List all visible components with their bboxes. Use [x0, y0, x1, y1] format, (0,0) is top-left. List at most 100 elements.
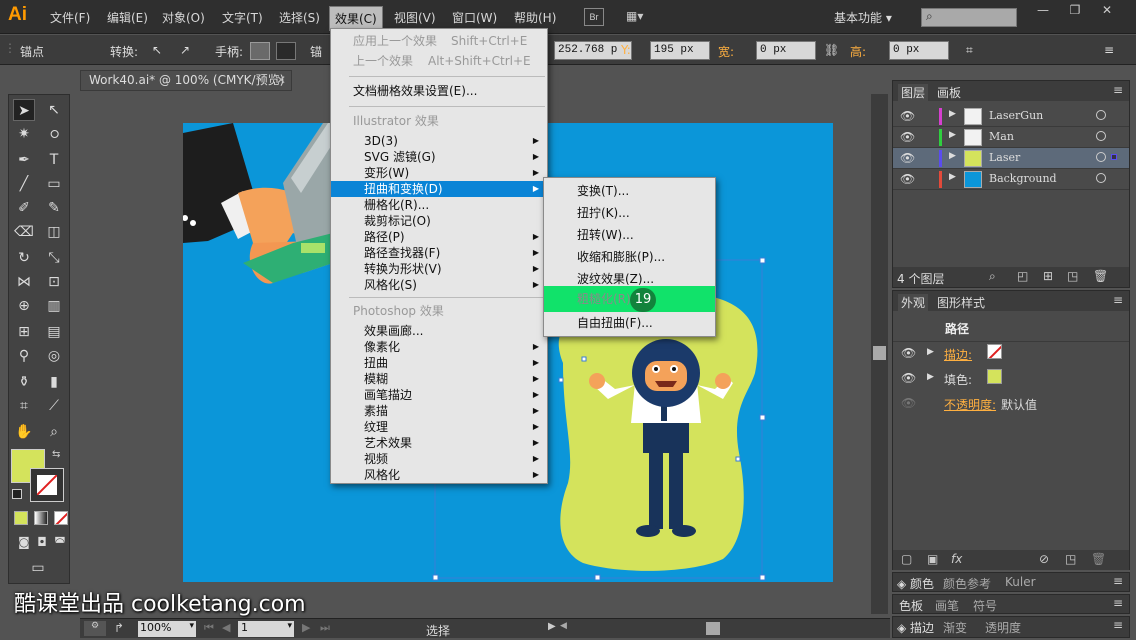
add-stroke-icon[interactable]: ▢ [901, 552, 912, 566]
menu-3d[interactable]: 3D(3) ▶ [331, 133, 547, 149]
first-artboard-icon[interactable]: ⏮ [204, 621, 214, 635]
search-input[interactable]: ⌕ [921, 8, 1017, 27]
tab-symbols[interactable]: 符号 [973, 597, 997, 614]
scale-tool-icon[interactable]: ⤡ [43, 247, 65, 269]
target-icon[interactable] [1096, 152, 1106, 162]
blob-brush-tool-icon[interactable]: ⌫ [13, 221, 35, 243]
gradient-mode-icon[interactable] [34, 511, 48, 525]
menu-video[interactable]: 视频 ▶ [331, 451, 547, 467]
layer-row[interactable]: 👁 ▶ Man [893, 127, 1129, 148]
visibility-eye-icon[interactable]: 👁 [901, 346, 916, 360]
hand-tool-icon[interactable]: ✋ [13, 421, 35, 443]
tab-transparency[interactable]: 透明度 [985, 619, 1021, 636]
menu-sketch[interactable]: 素描 ▶ [331, 403, 547, 419]
transform-icon[interactable]: ⌗ [966, 43, 973, 58]
default-colors-icon[interactable] [12, 489, 22, 499]
next-artboard-icon[interactable]: ▶ [302, 621, 310, 634]
swap-fill-stroke-icon[interactable]: ⇆ [52, 449, 60, 460]
rectangle-tool-icon[interactable]: ▭ [43, 173, 65, 195]
layer-row[interactable]: 👁 ▶ Background [893, 169, 1129, 190]
visibility-eye-icon[interactable]: 👁 [900, 151, 915, 165]
column-graph-tool-icon[interactable]: ▮ [43, 371, 65, 393]
free-transform-tool-icon[interactable]: ⊡ [43, 271, 65, 293]
tab-color-guide[interactable]: 颜色参考 [943, 575, 991, 592]
menu-artistic[interactable]: 艺术效果 ▶ [331, 435, 547, 451]
panel-menu-icon[interactable]: ≡ [1113, 293, 1123, 307]
apply-last-effect-item[interactable]: 应用上一个效果 [353, 33, 437, 49]
locate-object-icon[interactable]: ⌕ [989, 269, 996, 284]
menu-path[interactable]: 路径(P) ▶ [331, 229, 547, 245]
target-icon[interactable] [1096, 173, 1106, 183]
menu-texture[interactable]: 纹理 ▶ [331, 419, 547, 435]
tab-swatches[interactable]: 色板 [899, 597, 923, 614]
zoom-tool-icon[interactable]: ⌕ [43, 421, 65, 443]
menu-pathfinder[interactable]: 路径查找器(F) ▶ [331, 245, 547, 261]
tab-stroke[interactable]: ◈ 描边 [897, 619, 934, 636]
paintbrush-tool-icon[interactable]: ✐ [13, 197, 35, 219]
eyedropper-tool-icon[interactable]: ⚲ [13, 345, 35, 367]
visibility-eye-icon[interactable]: 👁 [901, 371, 916, 385]
menu-type[interactable]: 文字(T) [222, 9, 263, 26]
perspective-grid-tool-icon[interactable]: ▥ [43, 295, 65, 317]
color-mode-icon[interactable] [14, 511, 28, 525]
menu-pixelate[interactable]: 像素化 ▶ [331, 339, 547, 355]
lasso-tool-icon[interactable]: ഠ [43, 123, 65, 145]
last-effect-item[interactable]: 上一个效果 [353, 53, 413, 69]
convert-smooth-icon[interactable]: ↗ [180, 43, 190, 57]
menu-help[interactable]: 帮助(H) [514, 9, 556, 26]
expand-triangle-icon[interactable]: ▶ [949, 151, 956, 161]
pencil-tool-icon[interactable]: ✎ [43, 197, 65, 219]
visibility-eye-icon[interactable]: 👁 [900, 109, 915, 123]
blend-tool-icon[interactable]: ◎ [43, 345, 65, 367]
visibility-eye-icon[interactable]: 👁 [901, 396, 916, 410]
draw-inside-icon[interactable]: ◚ [49, 531, 71, 553]
clear-appearance-icon[interactable]: ⊘ [1039, 552, 1049, 566]
menu-crop-marks[interactable]: 裁剪标记(O) [331, 213, 547, 229]
menu-rasterize[interactable]: 栅格化(R)... [331, 197, 547, 213]
vertical-scroll-thumb[interactable] [873, 346, 886, 360]
close-tab-icon[interactable]: ✕ [276, 71, 286, 90]
tab-color[interactable]: ◈ 颜色 [897, 575, 934, 592]
artboard-number-field[interactable]: 1 ▾ [238, 621, 294, 637]
expand-triangle-icon[interactable]: ▶ [927, 372, 934, 382]
artboard-tool-icon[interactable]: ⌗ [13, 395, 35, 417]
visibility-eye-icon[interactable]: 👁 [900, 130, 915, 144]
magic-wand-tool-icon[interactable]: ✷ [13, 123, 35, 145]
menu-blur[interactable]: 模糊 ▶ [331, 371, 547, 387]
status-arrow-icon[interactable]: ▶ [548, 621, 556, 632]
arrange-documents-icon[interactable]: ▦▾ [626, 9, 652, 25]
submenu-twist[interactable]: 扭转(W)... [544, 227, 715, 243]
panel-menu-icon[interactable]: ≡ [1113, 596, 1123, 610]
symbol-sprayer-tool-icon[interactable]: ⚱ [13, 371, 35, 393]
pen-tool-icon[interactable]: ✒ [13, 149, 35, 171]
show-handles-icon[interactable] [250, 42, 270, 60]
panel-menu-icon[interactable]: ≡ [1113, 574, 1123, 588]
make-clipping-mask-icon[interactable]: ◰ [1017, 269, 1028, 283]
convert-corner-icon[interactable]: ↖ [152, 43, 162, 57]
menu-select[interactable]: 选择(S) [279, 9, 320, 26]
menu-file[interactable]: 文件(F) [50, 9, 90, 26]
width-tool-icon[interactable]: ⋈ [13, 271, 35, 293]
tab-gradient[interactable]: 渐变 [943, 619, 967, 636]
horizontal-scroll-thumb[interactable] [706, 622, 720, 635]
menu-effect-gallery[interactable]: 效果画廊... [331, 323, 547, 339]
fill-label[interactable]: 填色: [944, 371, 972, 388]
delete-item-icon[interactable]: 🗑 [1091, 552, 1106, 566]
type-tool-icon[interactable]: T [43, 149, 65, 171]
horizontal-scrollbar[interactable] [576, 622, 876, 635]
screen-mode-icon[interactable]: ▭ [27, 557, 49, 579]
selected-art-indicator[interactable] [1111, 154, 1117, 160]
menu-brush-strokes[interactable]: 画笔描边 ▶ [331, 387, 547, 403]
menu-edit[interactable]: 编辑(E) [107, 9, 148, 26]
panel-menu-icon[interactable]: ≡ [1113, 83, 1123, 97]
layer-row[interactable]: 👁 ▶ LaserGun [893, 106, 1129, 127]
submenu-zig-zag[interactable]: 波纹效果(Z)... [544, 271, 715, 287]
line-tool-icon[interactable]: ╱ [13, 173, 35, 195]
new-layer-icon[interactable]: ◳ [1067, 269, 1078, 283]
menu-stylize-ps[interactable]: 风格化 ▶ [331, 467, 547, 483]
submenu-transform[interactable]: 变换(T)... [544, 183, 715, 199]
eraser-tool-icon[interactable]: ◫ [43, 221, 65, 243]
menu-distort-transform[interactable]: 扭曲和变换(D) ▶ [331, 181, 547, 197]
rotate-tool-icon[interactable]: ↻ [13, 247, 35, 269]
stroke-label[interactable]: 描边: [944, 346, 972, 363]
